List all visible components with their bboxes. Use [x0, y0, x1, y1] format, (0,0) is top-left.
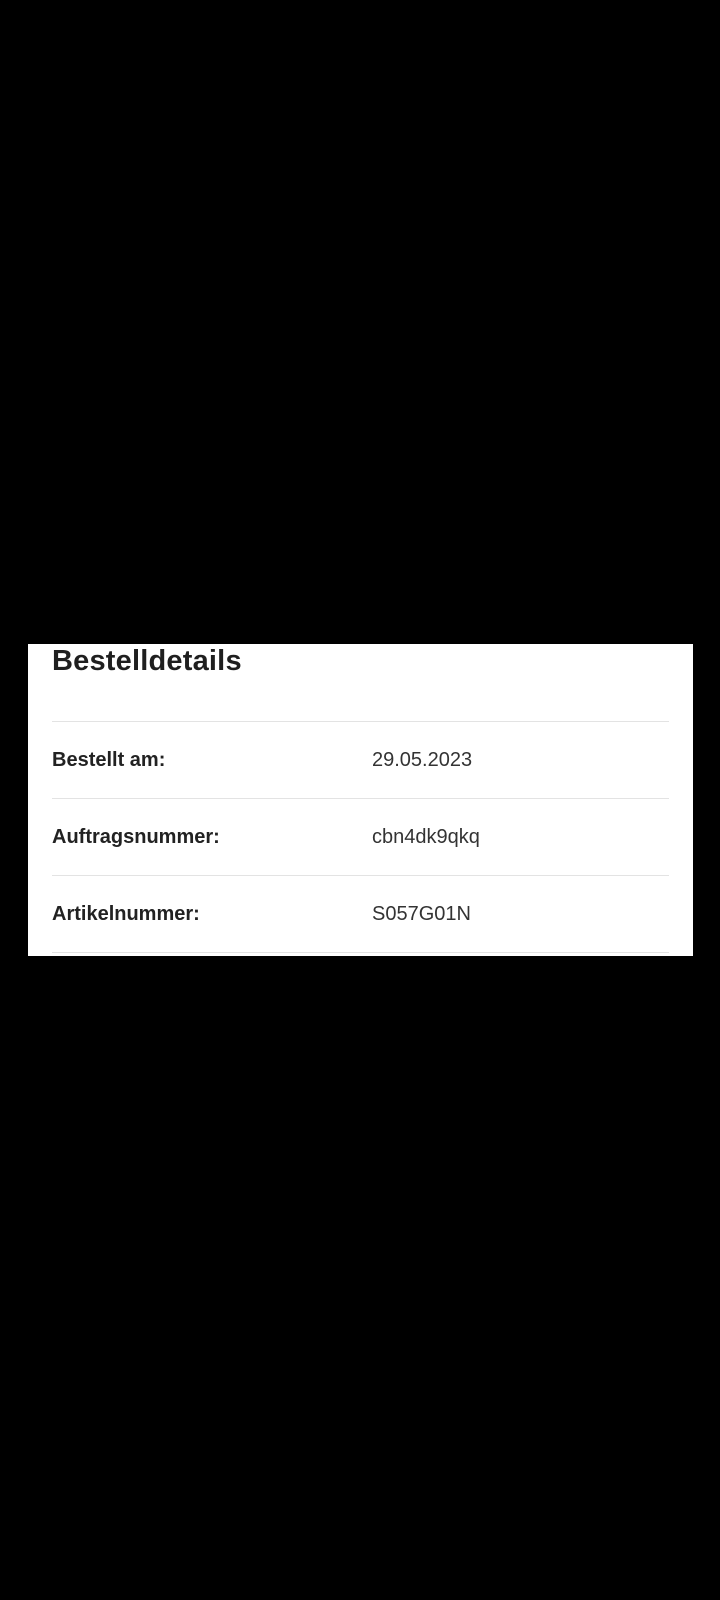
detail-row-article-number: Artikelnummer: S057G01N: [52, 876, 669, 952]
ordered-on-label: Bestellt am:: [52, 749, 166, 771]
order-number-value: cbn4dk9qkq: [372, 826, 480, 848]
ordered-on-value: 29.05.2023: [372, 749, 473, 771]
divider: [52, 952, 669, 953]
order-details-card: Bestelldetails Bestellt am: 29.05.2023 A…: [28, 644, 693, 956]
article-number-value: S057G01N: [372, 903, 471, 925]
article-number-label: Artikelnummer:: [52, 903, 200, 925]
detail-row-ordered-on: Bestellt am: 29.05.2023: [52, 722, 669, 798]
screen: Bestelldetails Bestellt am: 29.05.2023 A…: [0, 0, 720, 1600]
order-number-label: Auftragsnummer:: [52, 826, 220, 848]
detail-row-order-number: Auftragsnummer: cbn4dk9qkq: [52, 799, 669, 875]
page-title: Bestelldetails: [52, 645, 242, 677]
